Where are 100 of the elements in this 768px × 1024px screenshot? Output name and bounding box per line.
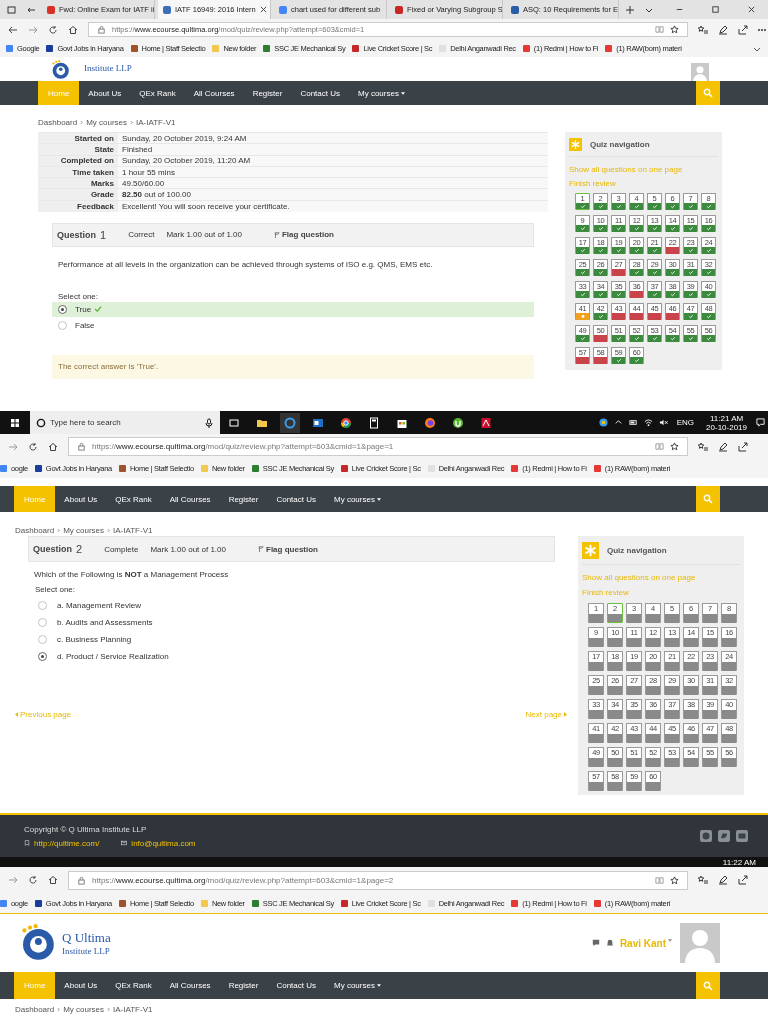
share-icon[interactable] — [738, 24, 748, 35]
breadcrumb-link[interactable]: IA-IATF-V1 — [113, 525, 153, 535]
radio-button[interactable] — [38, 601, 47, 610]
torrent-icon[interactable] — [452, 416, 464, 429]
nav-link[interactable]: About Us — [79, 81, 131, 105]
checkmark-icon — [687, 336, 694, 341]
back-arrow-icon[interactable] — [8, 24, 18, 35]
battery-icon[interactable] — [628, 418, 638, 427]
nav-link[interactable]: About Us — [55, 486, 107, 512]
favorites-icon[interactable] — [698, 441, 708, 452]
checkmark-icon — [669, 204, 676, 209]
home-icon[interactable] — [48, 875, 58, 885]
nav-link[interactable]: QEx Rank — [106, 486, 161, 512]
address-field[interactable]: https://www.ecourse.qultima.org/mod/quiz/review.php?attempt=603&cmid=1&page=2 — [68, 870, 688, 890]
nav-link[interactable]: Register — [219, 486, 268, 512]
radio-button[interactable] — [38, 652, 47, 661]
star-icon[interactable] — [670, 442, 679, 451]
breadcrumb-link[interactable]: Dashboard — [38, 117, 78, 127]
windows-icon[interactable] — [10, 417, 20, 428]
nav-link[interactable]: My courses — [325, 972, 390, 999]
radio-button[interactable] — [38, 618, 47, 627]
calculator-icon[interactable] — [368, 416, 380, 429]
share-icon[interactable] — [738, 875, 748, 885]
chevron-up-icon[interactable] — [613, 418, 623, 427]
forward-arrow-icon[interactable] — [8, 441, 18, 452]
language-indicator[interactable]: ENG — [676, 418, 695, 427]
pen-icon[interactable] — [718, 875, 728, 885]
maximize-icon[interactable] — [711, 5, 720, 14]
new-tab-icon[interactable] — [625, 4, 635, 15]
favorites-icon[interactable] — [698, 24, 708, 35]
forward-arrow-icon[interactable] — [28, 24, 38, 35]
star-icon[interactable] — [670, 875, 679, 885]
nav-link[interactable]: Register — [219, 972, 268, 999]
task-view-icon[interactable] — [228, 416, 240, 429]
bell-icon[interactable] — [605, 939, 614, 947]
notification-icon[interactable] — [756, 418, 765, 427]
checkmark-icon — [579, 226, 586, 231]
wifi-icon[interactable] — [643, 418, 653, 427]
close-tab-icon[interactable] — [259, 6, 267, 13]
checkmark-icon — [579, 292, 586, 297]
refresh-icon[interactable] — [48, 24, 58, 35]
home-icon[interactable] — [68, 24, 78, 35]
share-icon[interactable] — [738, 441, 748, 452]
caret-icon[interactable] — [668, 938, 672, 942]
firefox-icon[interactable] — [424, 416, 436, 429]
tab-actions-icon[interactable] — [7, 4, 17, 15]
refresh-icon[interactable] — [28, 441, 38, 452]
search-field[interactable]: Type here to search — [30, 411, 220, 434]
speaker-muted-icon[interactable] — [658, 418, 668, 427]
radio-button[interactable] — [58, 320, 67, 330]
lock-icon — [77, 442, 86, 451]
breadcrumb-link[interactable]: Dashboard — [15, 1005, 55, 1014]
pen-icon[interactable] — [718, 24, 728, 35]
checkmark-icon — [651, 248, 658, 253]
checkmark-icon — [633, 358, 640, 363]
address-field[interactable]: https://www.ecourse.qultima.org/mod/quiz/review.php?attempt=603&cmid=1&page=1 — [68, 437, 688, 456]
checkmark-icon — [579, 248, 586, 253]
home-icon[interactable] — [48, 441, 58, 452]
star-icon[interactable] — [670, 25, 679, 34]
nav-link[interactable]: All Courses — [160, 486, 220, 512]
breadcrumb-link[interactable]: My courses — [63, 525, 105, 535]
nav-link[interactable]: About Us — [55, 972, 107, 999]
flag-question-link[interactable]: Flag question — [258, 544, 318, 554]
nav-link[interactable]: All Courses — [184, 81, 244, 105]
clock-time[interactable]: 11:21 AM — [709, 413, 744, 423]
nav-link[interactable]: QEx Rank — [130, 81, 185, 105]
checkmark-icon — [705, 248, 712, 253]
clock-time[interactable]: 11:22 AM — [722, 857, 756, 867]
nav-link[interactable]: QEx Rank — [106, 972, 161, 999]
favorites-icon[interactable] — [698, 875, 708, 885]
breadcrumb-link[interactable]: IA-IATF-V1 — [113, 1005, 153, 1014]
radio-button[interactable] — [38, 635, 47, 644]
breadcrumb-link[interactable]: Dashboard — [15, 525, 55, 535]
breadcrumb-link[interactable]: My courses — [63, 1005, 105, 1014]
nav-link[interactable]: Contact Us — [291, 81, 349, 105]
chrome-icon[interactable] — [340, 416, 352, 429]
breadcrumb-link[interactable]: My courses — [86, 117, 128, 127]
mail-icon[interactable] — [312, 416, 324, 429]
breadcrumb-link[interactable]: IA-IATF-V1 — [136, 117, 176, 127]
nav-link[interactable]: Contact Us — [267, 972, 325, 999]
close-icon[interactable] — [747, 5, 756, 14]
nav-link[interactable]: All Courses — [160, 972, 220, 999]
forward-arrow-icon[interactable] — [8, 875, 18, 885]
clock-date[interactable]: 20-10-2019 — [706, 422, 747, 432]
chevron-right-icon — [57, 527, 61, 533]
refresh-icon[interactable] — [28, 875, 38, 885]
nav-link[interactable]: Contact Us — [267, 486, 325, 512]
pen-icon[interactable] — [718, 441, 728, 452]
pdf-icon[interactable] — [480, 416, 492, 429]
message-icon[interactable] — [591, 939, 600, 947]
email-link[interactable]: info@qultima.com — [121, 838, 196, 848]
nav-link[interactable]: Register — [243, 81, 292, 105]
nav-link[interactable]: My courses — [349, 81, 414, 105]
nav-link[interactable]: My courses — [325, 486, 390, 512]
checkmark-icon — [687, 248, 694, 253]
flag-question-link[interactable]: Flag question — [274, 230, 334, 240]
help-icon[interactable] — [598, 418, 608, 427]
website-link[interactable]: http://qultime.com/ — [24, 838, 100, 848]
radio-button[interactable] — [58, 304, 67, 314]
table-cell: Started on — [38, 132, 118, 144]
